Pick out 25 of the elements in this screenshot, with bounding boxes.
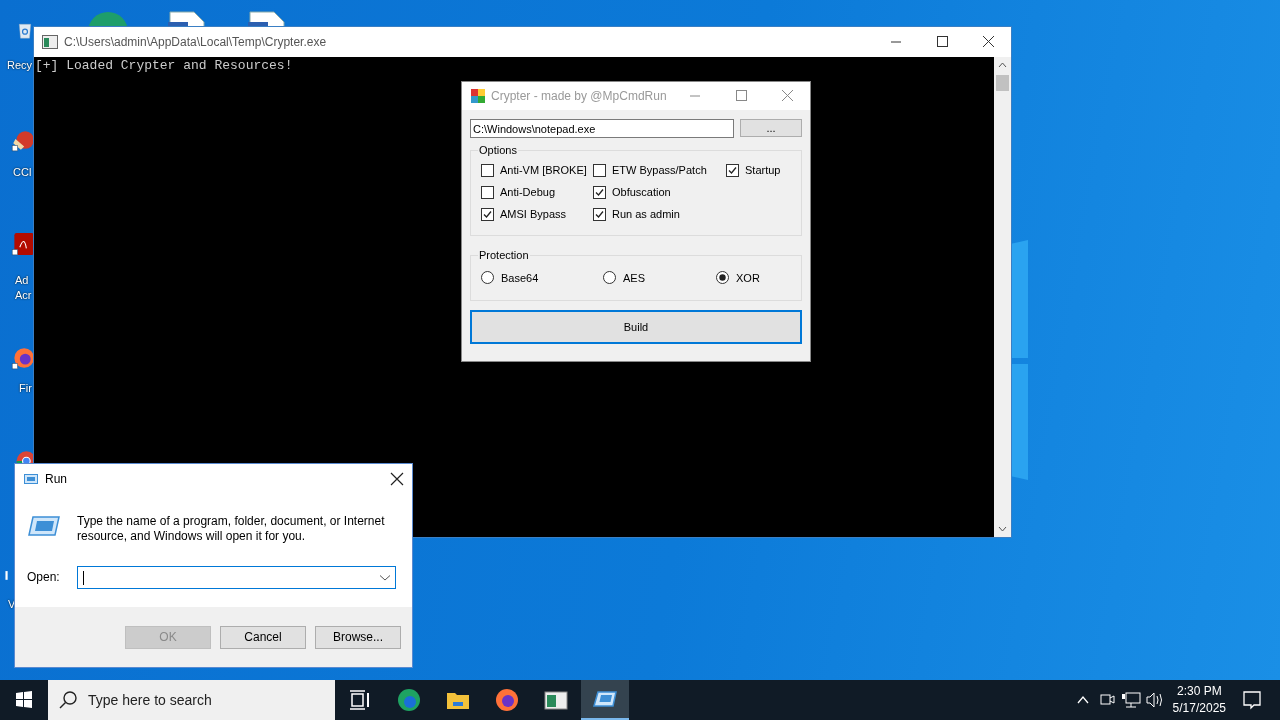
checkbox-label: Obfuscation bbox=[612, 186, 671, 198]
checkbox-label: Startup bbox=[745, 164, 781, 176]
desktop-icon-label: Recy bbox=[7, 59, 33, 71]
radio-label: AES bbox=[623, 271, 645, 284]
checkbox-label: ETW Bypass/Patch bbox=[612, 164, 707, 176]
run-description: Type the name of a program, folder, document, or Internet resource, and Windows will open it for you. bbox=[77, 514, 386, 544]
checkbox-label: AMSI Bypass bbox=[500, 208, 567, 220]
window-title: C:\Users\admin\AppData\Local\Temp\Crypter.exe bbox=[64, 35, 327, 49]
group-label: Options bbox=[478, 144, 518, 156]
desktop-icon-label: CCl bbox=[13, 166, 32, 178]
window-title: Crypter - made by @MpCmdRun bbox=[491, 89, 667, 103]
open-label: Open: bbox=[27, 570, 60, 585]
desktop-icon-label: Ad bbox=[15, 274, 29, 286]
checkbox-label: Run as admin bbox=[612, 208, 680, 220]
console-output-line: [+] Loaded Crypter and Resources! bbox=[35, 58, 294, 74]
radio-label: Base64 bbox=[501, 271, 539, 284]
radio-label: XOR bbox=[736, 271, 760, 284]
group-label: Protection bbox=[478, 249, 530, 261]
desktop-icon-label: Acr bbox=[15, 289, 32, 301]
checkbox-label: Anti-VM [BROKE] bbox=[500, 164, 587, 176]
checkbox-label: Anti-Debug bbox=[500, 186, 556, 198]
clock-date: 5/17/2025 bbox=[1172, 700, 1226, 717]
desktop-icon-label: Fir bbox=[19, 382, 32, 394]
clock-time: 2:30 PM bbox=[1176, 683, 1222, 700]
window-title: Run bbox=[45, 472, 67, 486]
